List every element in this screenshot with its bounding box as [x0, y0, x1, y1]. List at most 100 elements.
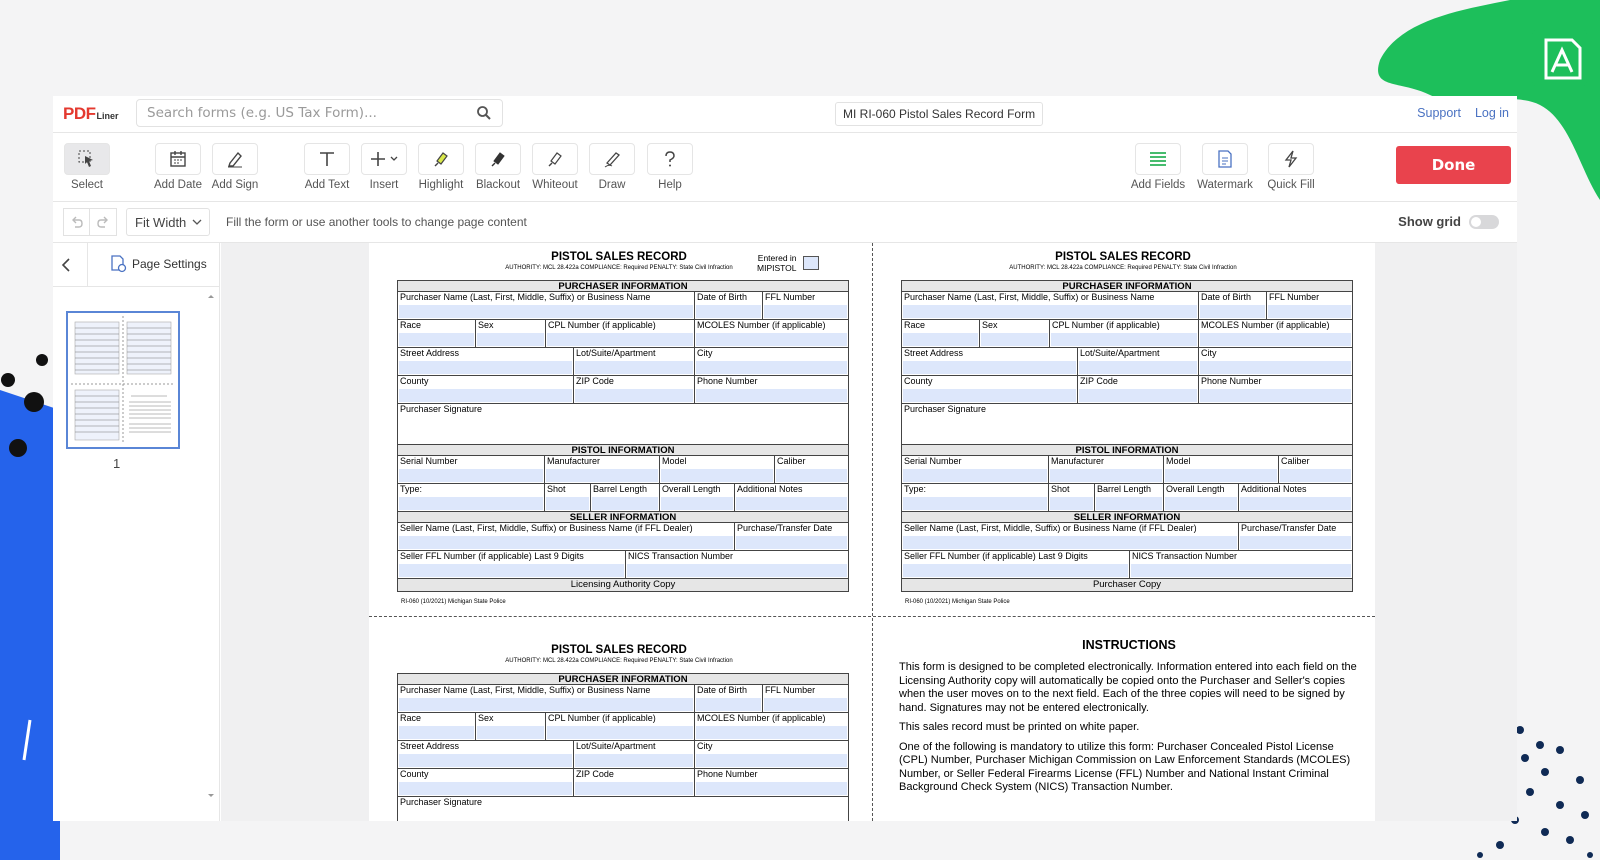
sex-field[interactable]: Sex: [476, 320, 546, 347]
manufacturer-field[interactable]: Manufacturer: [1049, 456, 1164, 483]
select-tool-button[interactable]: [64, 143, 110, 175]
nics-field[interactable]: NICS Transaction Number: [1130, 551, 1352, 578]
race-field[interactable]: Race: [398, 713, 476, 740]
add-sign-tool[interactable]: Add Sign: [207, 143, 263, 191]
notes-field[interactable]: Additional Notes: [735, 484, 848, 511]
phone-field[interactable]: Phone Number: [695, 376, 848, 403]
notes-field[interactable]: Additional Notes: [1239, 484, 1352, 511]
quick-fill-tool[interactable]: Quick Fill: [1263, 143, 1319, 191]
ffl-field[interactable]: FFL Number: [763, 292, 848, 319]
zip-field[interactable]: ZIP Code: [574, 376, 695, 403]
cpl-field[interactable]: CPL Number (if applicable): [1050, 320, 1199, 347]
add-date-tool[interactable]: Add Date: [150, 143, 206, 191]
street-field[interactable]: Street Address: [398, 348, 574, 375]
type-field[interactable]: Type:: [902, 484, 1049, 511]
sex-field[interactable]: Sex: [980, 320, 1050, 347]
show-grid-control[interactable]: Show grid: [1398, 214, 1499, 229]
whiteout-tool[interactable]: Whiteout: [527, 143, 583, 191]
signature-field[interactable]: Purchaser Signature: [902, 404, 1352, 444]
barrel-field[interactable]: Barrel Length: [1095, 484, 1164, 511]
serial-field[interactable]: Serial Number: [902, 456, 1049, 483]
city-field[interactable]: City: [1199, 348, 1352, 375]
dob-field[interactable]: Date of Birth: [695, 685, 763, 712]
overall-field[interactable]: Overall Length: [660, 484, 735, 511]
transfer-date-field[interactable]: Purchase/Transfer Date: [735, 523, 848, 550]
undo-button[interactable]: [63, 208, 90, 236]
race-field[interactable]: Race: [398, 320, 476, 347]
highlight-tool[interactable]: Highlight: [413, 143, 469, 191]
mcoles-field[interactable]: MCOLES Number (if applicable): [695, 320, 848, 347]
ffl-field[interactable]: FFL Number: [763, 685, 848, 712]
sex-field[interactable]: Sex: [476, 713, 546, 740]
whiteout-button[interactable]: [532, 143, 578, 175]
done-button[interactable]: Done: [1396, 146, 1511, 184]
watermark-button[interactable]: [1202, 143, 1248, 175]
manufacturer-field[interactable]: Manufacturer: [545, 456, 660, 483]
purchaser-name-field[interactable]: Purchaser Name (Last, First, Middle, Suf…: [398, 685, 695, 712]
insert-button[interactable]: [361, 143, 407, 175]
caliber-field[interactable]: Caliber: [1279, 456, 1352, 483]
seller-name-field[interactable]: Seller Name (Last, First, Middle, Suffix…: [398, 523, 735, 550]
transfer-date-field[interactable]: Purchase/Transfer Date: [1239, 523, 1352, 550]
collapse-sidebar-icon[interactable]: [57, 255, 77, 275]
mcoles-field[interactable]: MCOLES Number (if applicable): [695, 713, 848, 740]
city-field[interactable]: City: [695, 741, 848, 768]
login-link[interactable]: Log in: [1475, 106, 1509, 120]
race-field[interactable]: Race: [902, 320, 980, 347]
nics-field[interactable]: NICS Transaction Number: [626, 551, 848, 578]
sidebar-scrollbar[interactable]: [203, 291, 219, 801]
redo-button[interactable]: [90, 208, 117, 236]
seller-name-field[interactable]: Seller Name (Last, First, Middle, Suffix…: [902, 523, 1239, 550]
lot-field[interactable]: Lot/Suite/Apartment: [574, 741, 695, 768]
zip-field[interactable]: ZIP Code: [574, 769, 695, 796]
signature-field[interactable]: Purchaser Signature: [398, 797, 848, 821]
cpl-field[interactable]: CPL Number (if applicable): [546, 713, 695, 740]
page-settings-button[interactable]: Page Settings: [110, 255, 207, 273]
shot-field[interactable]: Shot: [545, 484, 591, 511]
watermark-tool[interactable]: Watermark: [1197, 143, 1253, 191]
add-fields-button[interactable]: [1135, 143, 1181, 175]
add-sign-button[interactable]: [212, 143, 258, 175]
county-field[interactable]: County: [398, 769, 574, 796]
search-input[interactable]: [147, 105, 476, 121]
dob-field[interactable]: Date of Birth: [695, 292, 763, 319]
phone-field[interactable]: Phone Number: [1199, 376, 1352, 403]
pdfliner-logo[interactable]: PDF Liner: [53, 104, 135, 124]
add-fields-tool[interactable]: Add Fields: [1130, 143, 1186, 191]
show-grid-toggle[interactable]: [1469, 214, 1499, 229]
model-field[interactable]: Model: [660, 456, 775, 483]
street-field[interactable]: Street Address: [398, 741, 574, 768]
select-tool[interactable]: Select: [59, 143, 115, 191]
purchaser-name-field[interactable]: Purchaser Name (Last, First, Middle, Suf…: [398, 292, 695, 319]
dob-field[interactable]: Date of Birth: [1199, 292, 1267, 319]
overall-field[interactable]: Overall Length: [1164, 484, 1239, 511]
zoom-select[interactable]: Fit Width: [126, 208, 210, 236]
street-field[interactable]: Street Address: [902, 348, 1078, 375]
draw-tool[interactable]: Draw: [584, 143, 640, 191]
seller-ffl-field[interactable]: Seller FFL Number (if applicable) Last 9…: [902, 551, 1130, 578]
lot-field[interactable]: Lot/Suite/Apartment: [1078, 348, 1199, 375]
ffl-field[interactable]: FFL Number: [1267, 292, 1352, 319]
model-field[interactable]: Model: [1164, 456, 1279, 483]
search-icon[interactable]: [476, 105, 492, 121]
county-field[interactable]: County: [398, 376, 574, 403]
purchaser-name-field[interactable]: Purchaser Name (Last, First, Middle, Suf…: [902, 292, 1199, 319]
shot-field[interactable]: Shot: [1049, 484, 1095, 511]
zip-field[interactable]: ZIP Code: [1078, 376, 1199, 403]
city-field[interactable]: City: [695, 348, 848, 375]
add-text-tool[interactable]: Add Text: [299, 143, 355, 191]
phone-field[interactable]: Phone Number: [695, 769, 848, 796]
draw-button[interactable]: [589, 143, 635, 175]
caliber-field[interactable]: Caliber: [775, 456, 848, 483]
entered-in-checkbox[interactable]: [803, 256, 819, 270]
seller-ffl-field[interactable]: Seller FFL Number (if applicable) Last 9…: [398, 551, 626, 578]
document-canvas[interactable]: PISTOL SALES RECORD AUTHORITY: MCL 28.42…: [221, 243, 1517, 821]
add-date-button[interactable]: [155, 143, 201, 175]
mcoles-field[interactable]: MCOLES Number (if applicable): [1199, 320, 1352, 347]
signature-field[interactable]: Purchaser Signature: [398, 404, 848, 444]
lot-field[interactable]: Lot/Suite/Apartment: [574, 348, 695, 375]
insert-tool[interactable]: Insert: [356, 143, 412, 191]
support-link[interactable]: Support: [1417, 106, 1461, 120]
highlight-button[interactable]: [418, 143, 464, 175]
add-text-button[interactable]: [304, 143, 350, 175]
